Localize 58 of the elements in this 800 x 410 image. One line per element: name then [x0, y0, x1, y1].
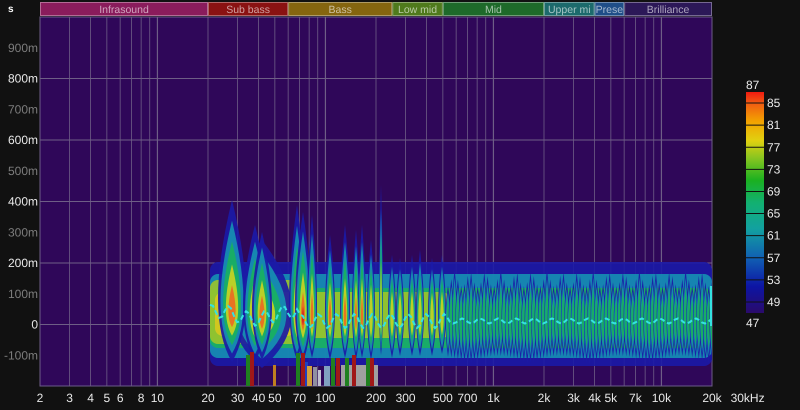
color-scale-label: 65: [767, 206, 780, 221]
color-scale-label: 73: [767, 162, 780, 176]
color-scale-label: 87: [746, 78, 760, 92]
y-axis-label: 200m: [8, 256, 38, 270]
band-label: Infrasound: [99, 4, 149, 16]
x-axis-label: 3: [66, 391, 73, 405]
x-axis-label: 2k: [538, 391, 550, 405]
x-axis-label: 70: [292, 391, 306, 405]
band-label: Sub bass: [226, 4, 270, 16]
band-label: Prese: [596, 4, 624, 16]
band-label: Brilliance: [646, 4, 690, 16]
x-axis-label: 2: [36, 391, 44, 405]
color-scale-label: 57: [767, 250, 780, 265]
x-axis-label: 500: [432, 391, 453, 405]
y-axis-label: 800m: [8, 72, 38, 86]
x-axis-label: 300: [396, 391, 416, 405]
color-scale-label: 81: [767, 118, 780, 132]
color-scale-label: 61: [767, 228, 780, 243]
x-axis-label: 4k: [588, 391, 601, 405]
x-axis-label: 7k: [629, 391, 642, 405]
color-scale-label: 53: [767, 272, 780, 287]
y-axis-label: 300m: [8, 225, 38, 240]
color-scale-label: 47: [746, 316, 760, 330]
x-axis-label: 1k: [487, 391, 500, 405]
x-axis-label: 50: [268, 391, 282, 405]
y-axis-label: 900m: [8, 40, 38, 55]
band-label: Low mid: [398, 4, 438, 16]
y-axis-label: 600m: [8, 133, 38, 147]
color-scale-label: 49: [767, 294, 780, 309]
x-axis-label: 30kHz: [730, 391, 765, 405]
x-axis-label: 10k: [652, 391, 672, 405]
x-axis-label: 20k: [702, 391, 722, 405]
band-label: Mid: [484, 4, 502, 16]
x-axis-label: 5: [104, 391, 110, 405]
x-axis-label: 5k: [604, 391, 618, 405]
x-axis-label: 30: [230, 391, 244, 405]
band-bar-label: s: [8, 4, 14, 15]
x-axis-label: 200: [366, 391, 386, 405]
color-scale-label: 85: [767, 96, 780, 110]
x-axis-label: 10: [150, 391, 164, 405]
y-axis-label: 700m: [8, 102, 38, 116]
color-scale-label: 69: [767, 184, 780, 198]
x-axis-label: 6: [116, 391, 124, 405]
x-axis-label: 100: [315, 391, 336, 405]
y-axis-label: 500m: [8, 164, 38, 178]
y-axis-label: 100m: [8, 286, 38, 301]
x-axis-label: 20: [201, 391, 215, 405]
band-label: Bass: [328, 4, 352, 16]
x-axis-label: 4: [87, 391, 94, 405]
x-axis-label: 40: [252, 391, 266, 405]
band-label: Upper mi: [548, 4, 591, 16]
x-axis-label: 3k: [567, 391, 580, 405]
x-axis-label: 8: [138, 391, 144, 405]
y-axis-label: 400m: [8, 194, 38, 208]
y-axis-label: -100m: [4, 348, 38, 362]
x-axis-label: 700: [457, 391, 478, 405]
y-axis-label: 0: [31, 318, 38, 332]
color-scale-label: 77: [767, 140, 780, 154]
